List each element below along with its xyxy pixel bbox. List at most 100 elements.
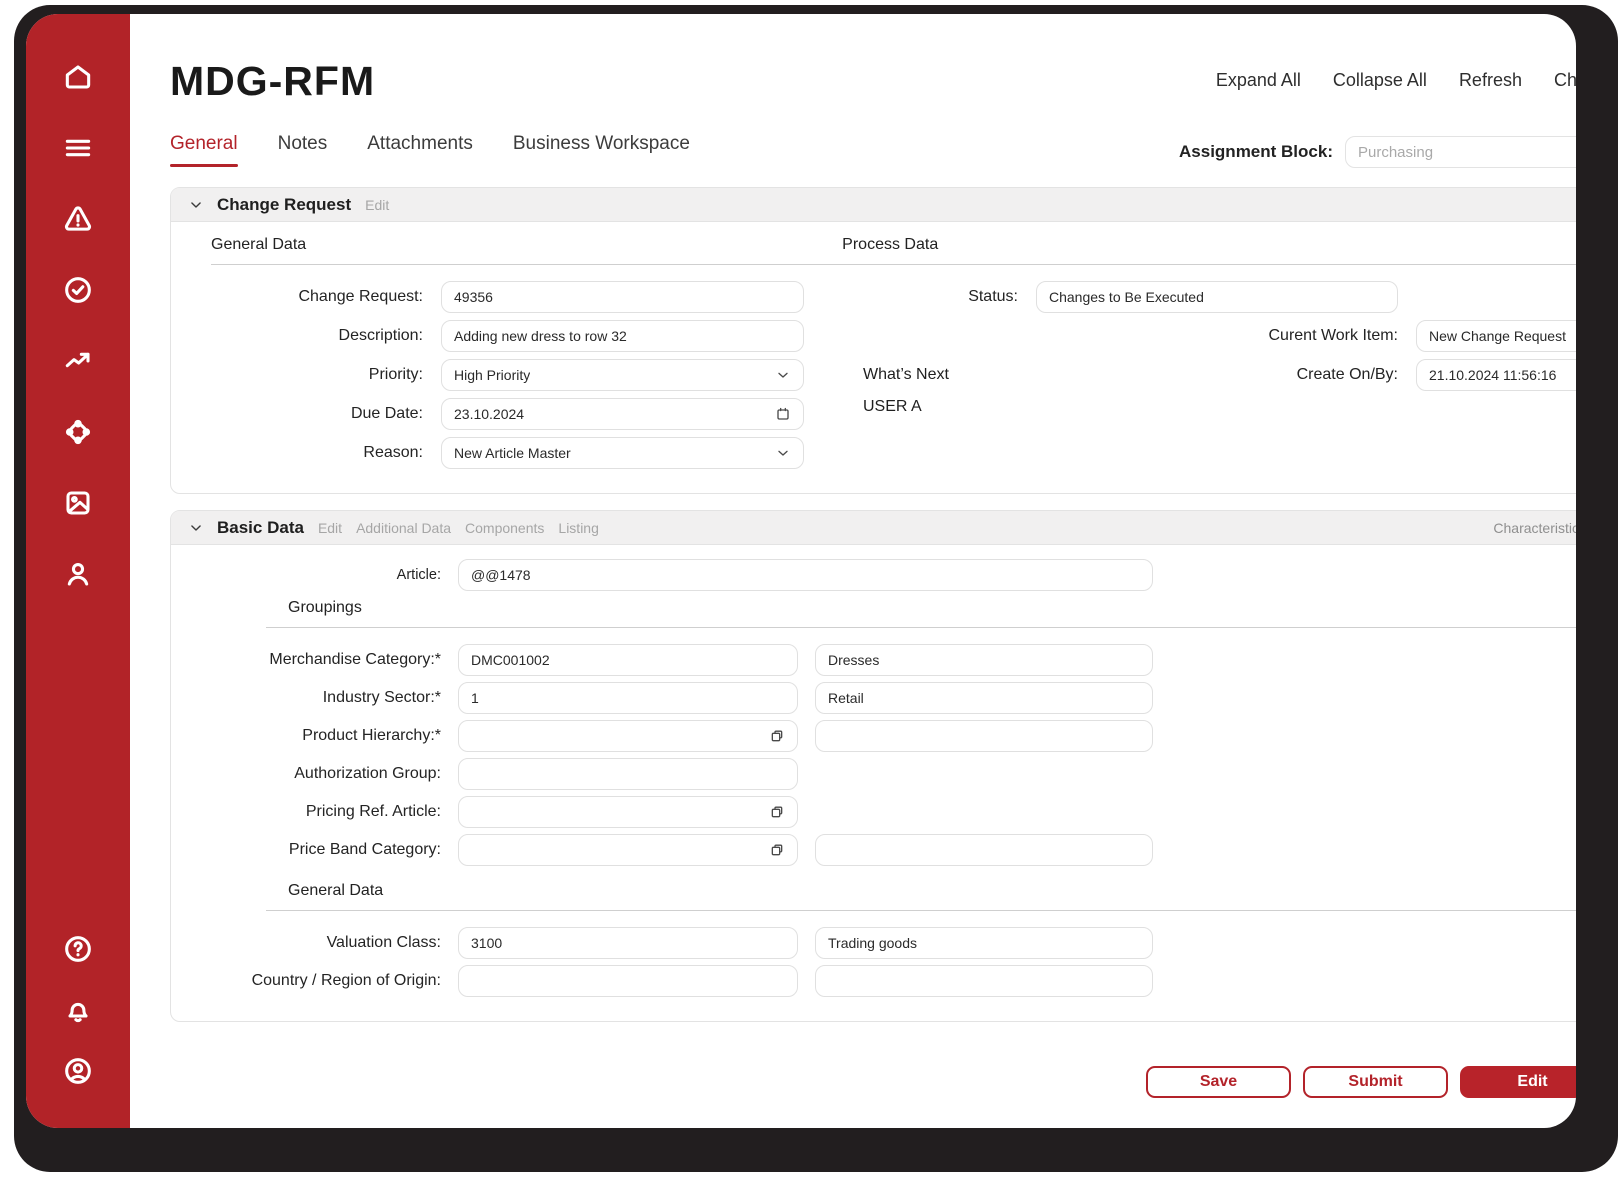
field-label: Price Band Category: (288, 841, 441, 858)
account-icon[interactable] (61, 1054, 95, 1088)
image-icon[interactable] (61, 486, 95, 520)
menu-icon[interactable] (61, 131, 95, 165)
chevron-down-icon (778, 450, 788, 456)
product-hierarchy-desc[interactable] (815, 720, 1153, 752)
community-hub-icon[interactable] (61, 415, 95, 449)
value-help-copy-icon (771, 730, 783, 742)
characteristics-link[interactable]: Characteristics (1493, 520, 1576, 536)
calendar-icon (777, 407, 789, 420)
collapse-chevron-icon[interactable] (189, 198, 203, 212)
change-request-edit-link[interactable]: Edit (365, 197, 389, 213)
field-label: Create On/By: (1296, 366, 1398, 383)
due-date-input[interactable]: 23.10.2024 (441, 398, 804, 430)
current-work-item-field[interactable]: New Change Request (1416, 320, 1576, 352)
authorization-group-input[interactable] (458, 758, 798, 790)
field-label: Industry Sector:* (322, 689, 441, 706)
field-label: Pricing Ref. Article: (305, 803, 441, 820)
screen: MDG-RFM Expand All Collapse All Refresh … (0, 0, 1621, 1180)
price-band-category-input[interactable] (458, 834, 798, 866)
field-value: DMC001002 (471, 652, 550, 668)
change-request-section: Change Request Edit General Data Process… (170, 187, 1576, 494)
field-label: Authorization Group: (294, 765, 441, 782)
field-value: Trading goods (828, 935, 917, 951)
value-help-copy-icon (771, 844, 783, 856)
components-link[interactable]: Components (465, 520, 544, 536)
field-value: Changes to Be Executed (1049, 289, 1204, 305)
help-icon[interactable] (61, 932, 95, 966)
priority-select[interactable]: High Priority (441, 359, 804, 391)
pricing-ref-article-input[interactable] (458, 796, 798, 828)
field-value: New Article Master (454, 445, 571, 461)
basic-data-title: Basic Data (217, 517, 304, 537)
home-icon[interactable] (61, 60, 95, 94)
footer-actions: Save Submit Edit (170, 1066, 1576, 1098)
assignment-block-select[interactable]: Purchasing (1345, 136, 1576, 168)
field-label: Change Request: (298, 288, 423, 305)
field-label: Curent Work Item: (1268, 327, 1398, 344)
bell-icon[interactable] (61, 993, 95, 1027)
expand-all-button[interactable]: Expand All (1216, 70, 1301, 91)
valuation-class-input[interactable]: 3100 (458, 927, 798, 959)
field-value: 3100 (471, 935, 503, 951)
general-data-subtitle: General Data (211, 236, 307, 253)
country-of-origin-desc[interactable] (815, 965, 1153, 997)
country-of-origin-input[interactable] (458, 965, 798, 997)
whats-next-link[interactable]: What’s Next (863, 366, 1018, 384)
assignment-block: Assignment Block: Purchasing (1179, 136, 1576, 168)
check-circle-icon[interactable] (61, 273, 95, 307)
change-request-header: Change Request Edit (171, 188, 1576, 222)
collapse-chevron-icon[interactable] (189, 521, 203, 535)
save-button[interactable]: Save (1146, 1066, 1291, 1098)
trending-up-icon[interactable] (61, 344, 95, 378)
change-request-number-input[interactable]: 49356 (441, 281, 804, 313)
field-value: 1 (471, 690, 479, 706)
basic-data-section: Basic Data Edit Additional Data Componen… (170, 510, 1576, 1022)
field-label: Priority: (368, 366, 423, 383)
field-value: High Priority (454, 367, 531, 383)
field-label: Valuation Class: (326, 934, 441, 951)
tab-general[interactable]: General (170, 133, 238, 167)
field-label: Status: (968, 288, 1018, 305)
person-icon[interactable] (61, 557, 95, 591)
merchandise-category-input[interactable]: DMC001002 (458, 644, 798, 676)
price-band-category-desc[interactable] (815, 834, 1153, 866)
alert-triangle-icon[interactable] (61, 202, 95, 236)
field-label: Description: (338, 327, 423, 344)
status-field[interactable]: Changes to Be Executed (1036, 281, 1398, 313)
edit-button[interactable]: Edit (1460, 1066, 1576, 1098)
field-value: 49356 (454, 289, 493, 305)
app-window: MDG-RFM Expand All Collapse All Refresh … (26, 14, 1576, 1128)
field-label: Reason: (363, 444, 423, 461)
check-button[interactable]: Check (1554, 70, 1576, 91)
article-input[interactable]: @@1478 (458, 559, 1153, 591)
tab-notes[interactable]: Notes (278, 133, 328, 167)
tab-business-workspace[interactable]: Business Workspace (513, 133, 690, 167)
divider (266, 910, 1576, 911)
value-help-copy-icon (771, 806, 783, 818)
industry-sector-desc[interactable]: Retail (815, 682, 1153, 714)
merchandise-category-desc[interactable]: Dresses (815, 644, 1153, 676)
listing-link[interactable]: Listing (558, 520, 598, 536)
additional-data-link[interactable]: Additional Data (356, 520, 451, 536)
general-data-subtitle: General Data (288, 882, 384, 899)
valuation-class-desc[interactable]: Trading goods (815, 927, 1153, 959)
collapse-all-button[interactable]: Collapse All (1333, 70, 1427, 91)
created-on-field[interactable]: 21.10.2024 11:56:16 (1416, 359, 1576, 391)
process-data-subtitle: Process Data (842, 236, 939, 253)
reason-select[interactable]: New Article Master (441, 437, 804, 469)
refresh-button[interactable]: Refresh (1459, 70, 1522, 91)
field-value: Adding new dress to row 32 (454, 328, 627, 344)
divider (211, 264, 1576, 265)
divider (266, 627, 1576, 628)
field-label: Merchandise Category:* (269, 651, 441, 668)
product-hierarchy-input[interactable] (458, 720, 798, 752)
industry-sector-input[interactable]: 1 (458, 682, 798, 714)
field-value: 23.10.2024 (454, 406, 525, 422)
basic-data-edit-link[interactable]: Edit (318, 520, 342, 536)
submit-button[interactable]: Submit (1303, 1066, 1448, 1098)
field-value: 21.10.2024 11:56:16 (1429, 367, 1557, 383)
description-input[interactable]: Adding new dress to row 32 (441, 320, 804, 352)
field-value: @@1478 (471, 567, 531, 583)
change-request-title: Change Request (217, 194, 352, 214)
tab-attachments[interactable]: Attachments (367, 133, 473, 167)
